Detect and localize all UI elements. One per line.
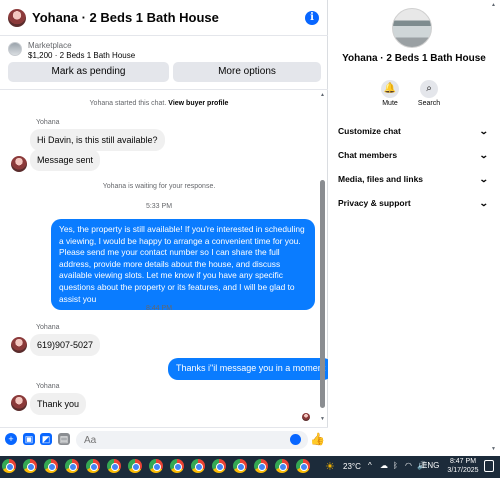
panel-scroll-down-arrow-icon[interactable]: ▼ bbox=[491, 446, 496, 452]
marketplace-label: Marketplace bbox=[28, 41, 72, 50]
waiting-notice: Yohana is waiting for your response. bbox=[102, 183, 216, 190]
section-label: Privacy & support bbox=[338, 198, 411, 208]
section-label: Media, files and links bbox=[338, 174, 424, 184]
chrome-taskbar-icon[interactable] bbox=[275, 459, 289, 473]
sender-name: Yohana bbox=[36, 119, 60, 126]
sender-name: Yohana bbox=[36, 324, 60, 331]
chrome-taskbar-icon[interactable] bbox=[170, 459, 184, 473]
chrome-taskbar-icon[interactable] bbox=[128, 459, 142, 473]
section-privacy-support[interactable]: Privacy & support ⌄ bbox=[338, 195, 490, 211]
language-indicator[interactable]: ENG bbox=[422, 461, 439, 470]
conversation-info-panel bbox=[328, 0, 500, 456]
outgoing-message[interactable]: Yes, the property is still available! If… bbox=[51, 219, 315, 311]
section-label: Customize chat bbox=[338, 126, 401, 136]
incoming-message[interactable]: Hi Davin, is this still available? bbox=[30, 129, 165, 151]
clock-date[interactable]: 3/17/2025 bbox=[444, 467, 482, 474]
timestamp: 5:33 PM bbox=[145, 203, 173, 210]
contact-avatar[interactable] bbox=[8, 9, 26, 27]
more-options-button[interactable]: More options bbox=[173, 62, 321, 82]
bluetooth-icon[interactable]: ᛒ bbox=[393, 461, 398, 470]
scroll-up-arrow-icon[interactable]: ▲ bbox=[320, 92, 325, 98]
section-customize-chat[interactable]: Customize chat ⌄ bbox=[338, 123, 490, 139]
chevron-down-icon: ⌄ bbox=[479, 198, 490, 208]
chat-started-text: Yohana started this chat. bbox=[89, 100, 167, 107]
sender-name: Yohana bbox=[36, 383, 60, 390]
image-icon[interactable]: ▣ bbox=[23, 433, 35, 445]
gif-icon[interactable]: ▤ bbox=[58, 433, 70, 445]
search-icon[interactable]: ⌕ bbox=[420, 80, 438, 98]
bell-icon[interactable]: 🔔 bbox=[381, 80, 399, 98]
sender-avatar[interactable] bbox=[11, 395, 27, 411]
section-media-files-links[interactable]: Media, files and links ⌄ bbox=[338, 171, 490, 187]
chevron-down-icon: ⌄ bbox=[479, 150, 490, 160]
thumbs-up-icon[interactable]: 👍 bbox=[310, 432, 325, 446]
cloud-icon[interactable]: ☁ bbox=[380, 461, 388, 470]
listing-title[interactable]: $1,200 · 2 Beds 1 Bath House bbox=[28, 51, 135, 60]
incoming-message[interactable]: Message sent bbox=[30, 149, 101, 171]
panel-scroll-up-arrow-icon[interactable]: ▲ bbox=[491, 2, 496, 8]
sender-avatar[interactable] bbox=[11, 337, 27, 353]
incoming-message[interactable]: Thank you bbox=[30, 393, 87, 415]
timestamp: 8:44 PM bbox=[145, 305, 173, 312]
wifi-icon[interactable]: ◠ bbox=[405, 461, 412, 470]
search-label[interactable]: Search bbox=[409, 100, 449, 107]
outgoing-message[interactable]: Thanks i"il message you in a moment bbox=[168, 358, 334, 380]
sender-avatar[interactable] bbox=[11, 156, 27, 172]
chrome-taskbar-icon[interactable] bbox=[233, 459, 247, 473]
scroll-down-arrow-icon[interactable]: ▼ bbox=[320, 416, 325, 422]
view-buyer-profile-link[interactable]: View buyer profile bbox=[168, 100, 228, 107]
mute-label[interactable]: Mute bbox=[370, 100, 410, 107]
info-icon[interactable]: i bbox=[305, 11, 319, 25]
listing-thumbnail[interactable] bbox=[8, 42, 22, 56]
chevron-up-icon[interactable]: ^ bbox=[368, 461, 372, 470]
chrome-taskbar-icon[interactable] bbox=[212, 459, 226, 473]
chrome-taskbar-icon[interactable] bbox=[65, 459, 79, 473]
incoming-message[interactable]: 619)907-5027 bbox=[30, 334, 101, 356]
mark-as-pending-button[interactable]: Mark as pending bbox=[8, 62, 169, 82]
sticker-icon[interactable]: ◩ bbox=[40, 433, 52, 445]
chrome-taskbar-icon[interactable] bbox=[149, 459, 163, 473]
chat-title[interactable]: Yohana · 2 Beds 1 Bath House bbox=[32, 10, 219, 25]
weather-sun-icon[interactable]: ☀ bbox=[325, 460, 335, 473]
section-label: Chat members bbox=[338, 150, 398, 160]
section-chat-members[interactable]: Chat members ⌄ bbox=[338, 147, 490, 163]
chrome-taskbar-icon[interactable] bbox=[107, 459, 121, 473]
chrome-taskbar-icon[interactable] bbox=[86, 459, 100, 473]
scrollbar-thumb[interactable] bbox=[320, 180, 325, 408]
chrome-taskbar-icon[interactable] bbox=[296, 459, 310, 473]
temperature[interactable]: 23°C bbox=[343, 462, 361, 471]
chrome-taskbar-icon[interactable] bbox=[254, 459, 268, 473]
read-receipt-avatar bbox=[302, 413, 310, 421]
chrome-taskbar-icon[interactable] bbox=[44, 459, 58, 473]
chevron-down-icon: ⌄ bbox=[479, 174, 490, 184]
panel-title: Yohana · 2 Beds 1 Bath House bbox=[342, 53, 486, 64]
chrome-taskbar-icon[interactable] bbox=[23, 459, 37, 473]
emoji-icon[interactable] bbox=[290, 434, 301, 445]
clock-time[interactable]: 8:47 PM bbox=[446, 458, 480, 465]
message-input[interactable] bbox=[76, 431, 308, 449]
chevron-down-icon: ⌄ bbox=[479, 126, 490, 136]
listing-photo[interactable] bbox=[392, 8, 432, 48]
chat-started-notice: Yohana started this chat. View buyer pro… bbox=[0, 100, 318, 107]
notification-icon[interactable] bbox=[484, 460, 494, 472]
chrome-taskbar-icon[interactable] bbox=[2, 459, 16, 473]
plus-icon[interactable]: + bbox=[5, 433, 17, 445]
chat-header: Yohana · 2 Beds 1 Bath House i bbox=[0, 0, 328, 36]
chrome-taskbar-icon[interactable] bbox=[191, 459, 205, 473]
